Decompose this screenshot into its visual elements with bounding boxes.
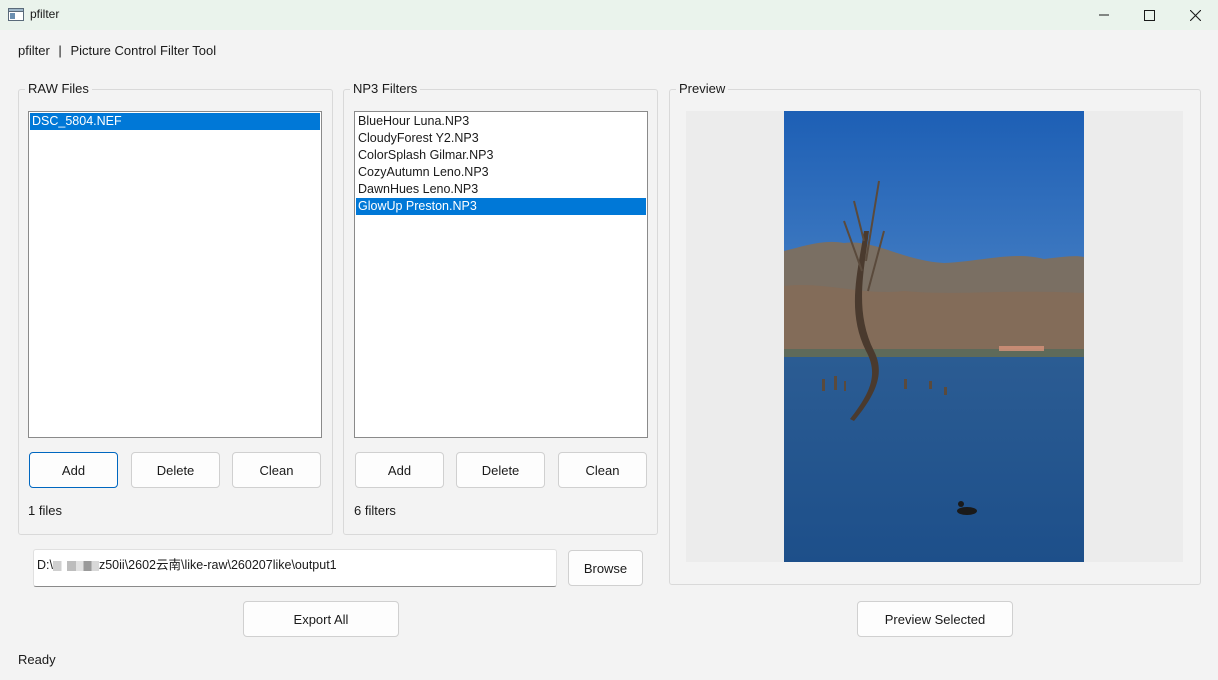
header-separator: | (58, 43, 62, 58)
minimize-button[interactable] (1081, 0, 1127, 30)
maximize-button[interactable] (1126, 0, 1172, 30)
maximize-icon (1143, 9, 1155, 21)
raw-files-list[interactable]: DSC_5804.NEF (28, 111, 322, 438)
output-path-suffix: z50ii\2602云南\like-raw\260207like\output1 (98, 558, 337, 572)
app-subtitle: Picture Control Filter Tool (70, 43, 217, 58)
output-path-prefix: D:\ (37, 558, 53, 572)
list-item[interactable]: DawnHues Leno.NP3 (356, 181, 646, 198)
raw-files-title: RAW Files (25, 81, 92, 97)
minimize-icon (1099, 14, 1109, 16)
preview-title: Preview (676, 81, 729, 97)
preview-selected-button[interactable]: Preview Selected (857, 601, 1013, 637)
raw-clean-button[interactable]: Clean (232, 452, 321, 488)
list-item[interactable]: BlueHour Luna.NP3 (356, 113, 646, 130)
app-window-icon (8, 8, 24, 21)
title-bar[interactable]: pfilter (0, 0, 1218, 30)
output-path-field[interactable]: D:\ z50ii\2602云南\like-raw\260207like\outp… (33, 549, 557, 587)
np3-filters-list[interactable]: BlueHour Luna.NP3 CloudyForest Y2.NP3 Co… (354, 111, 648, 438)
np3-filters-count: 6 filters (354, 503, 396, 518)
raw-add-button[interactable]: Add (29, 452, 118, 488)
list-item[interactable]: CloudyForest Y2.NP3 (356, 130, 646, 147)
close-icon (1189, 9, 1201, 21)
raw-files-count: 1 files (28, 503, 62, 518)
list-item[interactable]: DSC_5804.NEF (30, 113, 320, 130)
list-item[interactable]: CozyAutumn Leno.NP3 (356, 164, 646, 181)
preview-image (784, 111, 1084, 562)
list-item[interactable]: ColorSplash Gilmar.NP3 (356, 147, 646, 164)
close-button[interactable] (1172, 0, 1218, 30)
redacted-path-segment (52, 560, 99, 571)
np3-delete-button[interactable]: Delete (456, 452, 545, 488)
window-title: pfilter (30, 7, 60, 21)
np3-add-button[interactable]: Add (355, 452, 444, 488)
browse-button[interactable]: Browse (568, 550, 643, 586)
app-header: pfilter | Picture Control Filter Tool (18, 43, 216, 58)
export-all-button[interactable]: Export All (243, 601, 399, 637)
status-text: Ready (18, 652, 56, 667)
app-name: pfilter (18, 43, 50, 58)
preview-area (686, 111, 1183, 562)
list-item[interactable]: GlowUp Preston.NP3 (356, 198, 646, 215)
np3-clean-button[interactable]: Clean (558, 452, 647, 488)
np3-filters-title: NP3 Filters (350, 81, 421, 97)
raw-delete-button[interactable]: Delete (131, 452, 220, 488)
